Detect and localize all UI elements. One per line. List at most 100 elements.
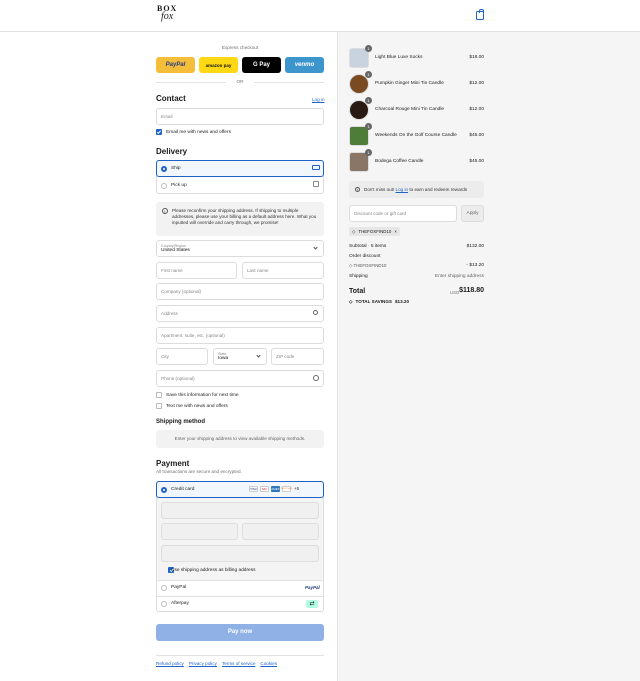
country-select[interactable]: Country/Region United States: [156, 240, 324, 257]
help-icon: [313, 375, 319, 381]
total-savings: ◇ TOTAL SAVINGS $13.20: [349, 299, 410, 304]
discount-tag: ◇ THEFOXFIND10 ×: [349, 227, 400, 236]
currency-label: USD: [450, 290, 460, 295]
email-field[interactable]: Email: [156, 108, 324, 125]
credit-card-radio[interactable]: [161, 487, 167, 493]
card-number-field[interactable]: [161, 502, 319, 519]
first-name-field[interactable]: First name: [156, 262, 237, 279]
pay-now-button[interactable]: Pay now: [156, 624, 324, 641]
more-cards-label: +5: [294, 486, 300, 491]
email-news-label: Email me with news and offers: [166, 130, 231, 135]
order-discount-label: Order discount: [349, 254, 381, 259]
text-me-checkbox[interactable]: [156, 403, 162, 409]
pickup-label[interactable]: Pick up: [171, 183, 187, 188]
cookies-link[interactable]: Cookies: [260, 661, 277, 666]
save-info-label: Save this information for next time: [166, 393, 239, 398]
item-name: Light Blue Luxe Socks: [375, 55, 423, 60]
list-item: 1 Pumpkin Ginger Mini Tin Candle $12.00: [349, 71, 484, 94]
expiry-field[interactable]: [161, 523, 238, 540]
store-icon: [313, 181, 319, 187]
divider: [254, 82, 324, 83]
card-logos: VISA MC AMEX DISCOVER +5: [247, 486, 299, 492]
venmo-button[interactable]: venmo: [285, 57, 324, 73]
ship-radio[interactable]: [161, 166, 167, 172]
search-icon: [313, 310, 318, 315]
visa-icon: VISA: [249, 486, 258, 492]
discount-code-input[interactable]: Discount code or gift card: [349, 205, 457, 222]
close-icon[interactable]: ×: [394, 229, 397, 234]
quantity-badge: 1: [365, 71, 372, 78]
subtotal-label: Subtotal · 5 items: [349, 244, 387, 249]
shipping-method-heading: Shipping method: [156, 419, 205, 425]
name-on-card-field[interactable]: [161, 545, 319, 562]
total-label: Total: [349, 288, 366, 295]
divider: [157, 580, 323, 581]
contact-heading: Contact: [156, 94, 186, 103]
info-icon: i: [162, 208, 168, 214]
shipping-label: Shipping: [349, 274, 368, 279]
paypal-button[interactable]: PayPal: [156, 57, 195, 73]
shipping-value: Enter shipping address: [434, 274, 484, 279]
or-separator: OR: [236, 79, 244, 84]
info-icon: i: [355, 187, 360, 192]
login-link[interactable]: Log in: [312, 97, 325, 102]
privacy-policy-link[interactable]: Privacy policy: [189, 661, 217, 666]
credit-card-label: Credit card: [171, 487, 195, 492]
afterpay-radio[interactable]: [161, 601, 167, 607]
tag-icon: ◇: [349, 299, 353, 304]
paypal-logo: PayPal: [305, 585, 320, 590]
zip-field[interactable]: ZIP code: [271, 348, 324, 365]
paypal-label[interactable]: PayPal: [171, 585, 186, 590]
city-field[interactable]: City: [156, 348, 208, 365]
item-price: $45.00: [469, 159, 484, 164]
rewards-login-link[interactable]: Log in: [396, 187, 409, 192]
quantity-badge: 1: [365, 123, 372, 130]
afterpay-label[interactable]: Afterpay: [171, 601, 189, 606]
shopping-bag-icon[interactable]: [476, 9, 484, 20]
ship-option[interactable]: [156, 160, 324, 177]
total-value: $118.80: [459, 287, 484, 294]
google-pay-button[interactable]: G Pay: [242, 57, 281, 73]
email-news-checkbox[interactable]: [156, 129, 162, 135]
afterpay-icon: ⇄: [306, 600, 318, 608]
boxfox-logo[interactable]: BOX fox: [157, 5, 179, 27]
mastercard-icon: MC: [260, 486, 269, 492]
save-info-checkbox[interactable]: [156, 392, 162, 398]
apartment-field[interactable]: Apartment, suite, etc. (optional): [156, 327, 324, 344]
delivery-heading: Delivery: [156, 147, 188, 156]
text-me-label: Text me with news and offers: [166, 404, 228, 409]
item-price: $12.00: [469, 107, 484, 112]
paypal-radio[interactable]: [161, 585, 167, 591]
cvv-field[interactable]: [242, 523, 319, 540]
order-discount-value: - $13.20: [466, 263, 484, 268]
list-item: 1 Weekends On the Golf Course Candle $45…: [349, 123, 484, 146]
ship-label: Ship: [171, 166, 181, 171]
address-field[interactable]: Address: [156, 305, 324, 322]
billing-same-label: Use shipping address as billing address: [171, 568, 256, 573]
item-price: $12.00: [469, 81, 484, 86]
pickup-radio[interactable]: [161, 183, 167, 189]
company-field[interactable]: Company (optional): [156, 283, 324, 300]
order-discount-code: ◇ THEFOXFIND10: [349, 263, 387, 268]
amazon-pay-button[interactable]: amazon pay: [199, 57, 238, 73]
truck-icon: [312, 165, 320, 170]
apply-button[interactable]: Apply: [461, 205, 484, 222]
last-name-field[interactable]: Last name: [242, 262, 324, 279]
payment-subtitle: All transactions are secure and encrypte…: [156, 469, 242, 474]
rewards-text: Don't miss out! Log in to earn and redee…: [364, 187, 468, 192]
terms-of-service-link[interactable]: Terms of service: [222, 661, 255, 666]
tag-icon: ◇: [352, 228, 356, 234]
list-item: 1 Light Blue Luxe Socks $18.00: [349, 45, 484, 68]
quantity-badge: 1: [365, 45, 372, 52]
refund-policy-link[interactable]: Refund policy: [156, 661, 184, 666]
list-item: 1 Bodega Coffee Candle $45.00: [349, 149, 484, 172]
phone-field[interactable]: Phone (optional): [156, 370, 324, 387]
item-name: Weekends On the Golf Course Candle: [375, 133, 457, 138]
item-name: Pumpkin Ginger Mini Tin Candle: [375, 81, 444, 86]
divider: [157, 596, 323, 597]
list-item: 1 Charcoal Rouge Mini Tin Candle $12.00: [349, 97, 484, 120]
divider: [156, 82, 226, 83]
address-notice-text: Please reconfirm your shipping address. …: [172, 208, 317, 226]
express-checkout-title: Express checkout: [221, 45, 259, 50]
item-name: Charcoal Rouge Mini Tin Candle: [375, 107, 445, 112]
